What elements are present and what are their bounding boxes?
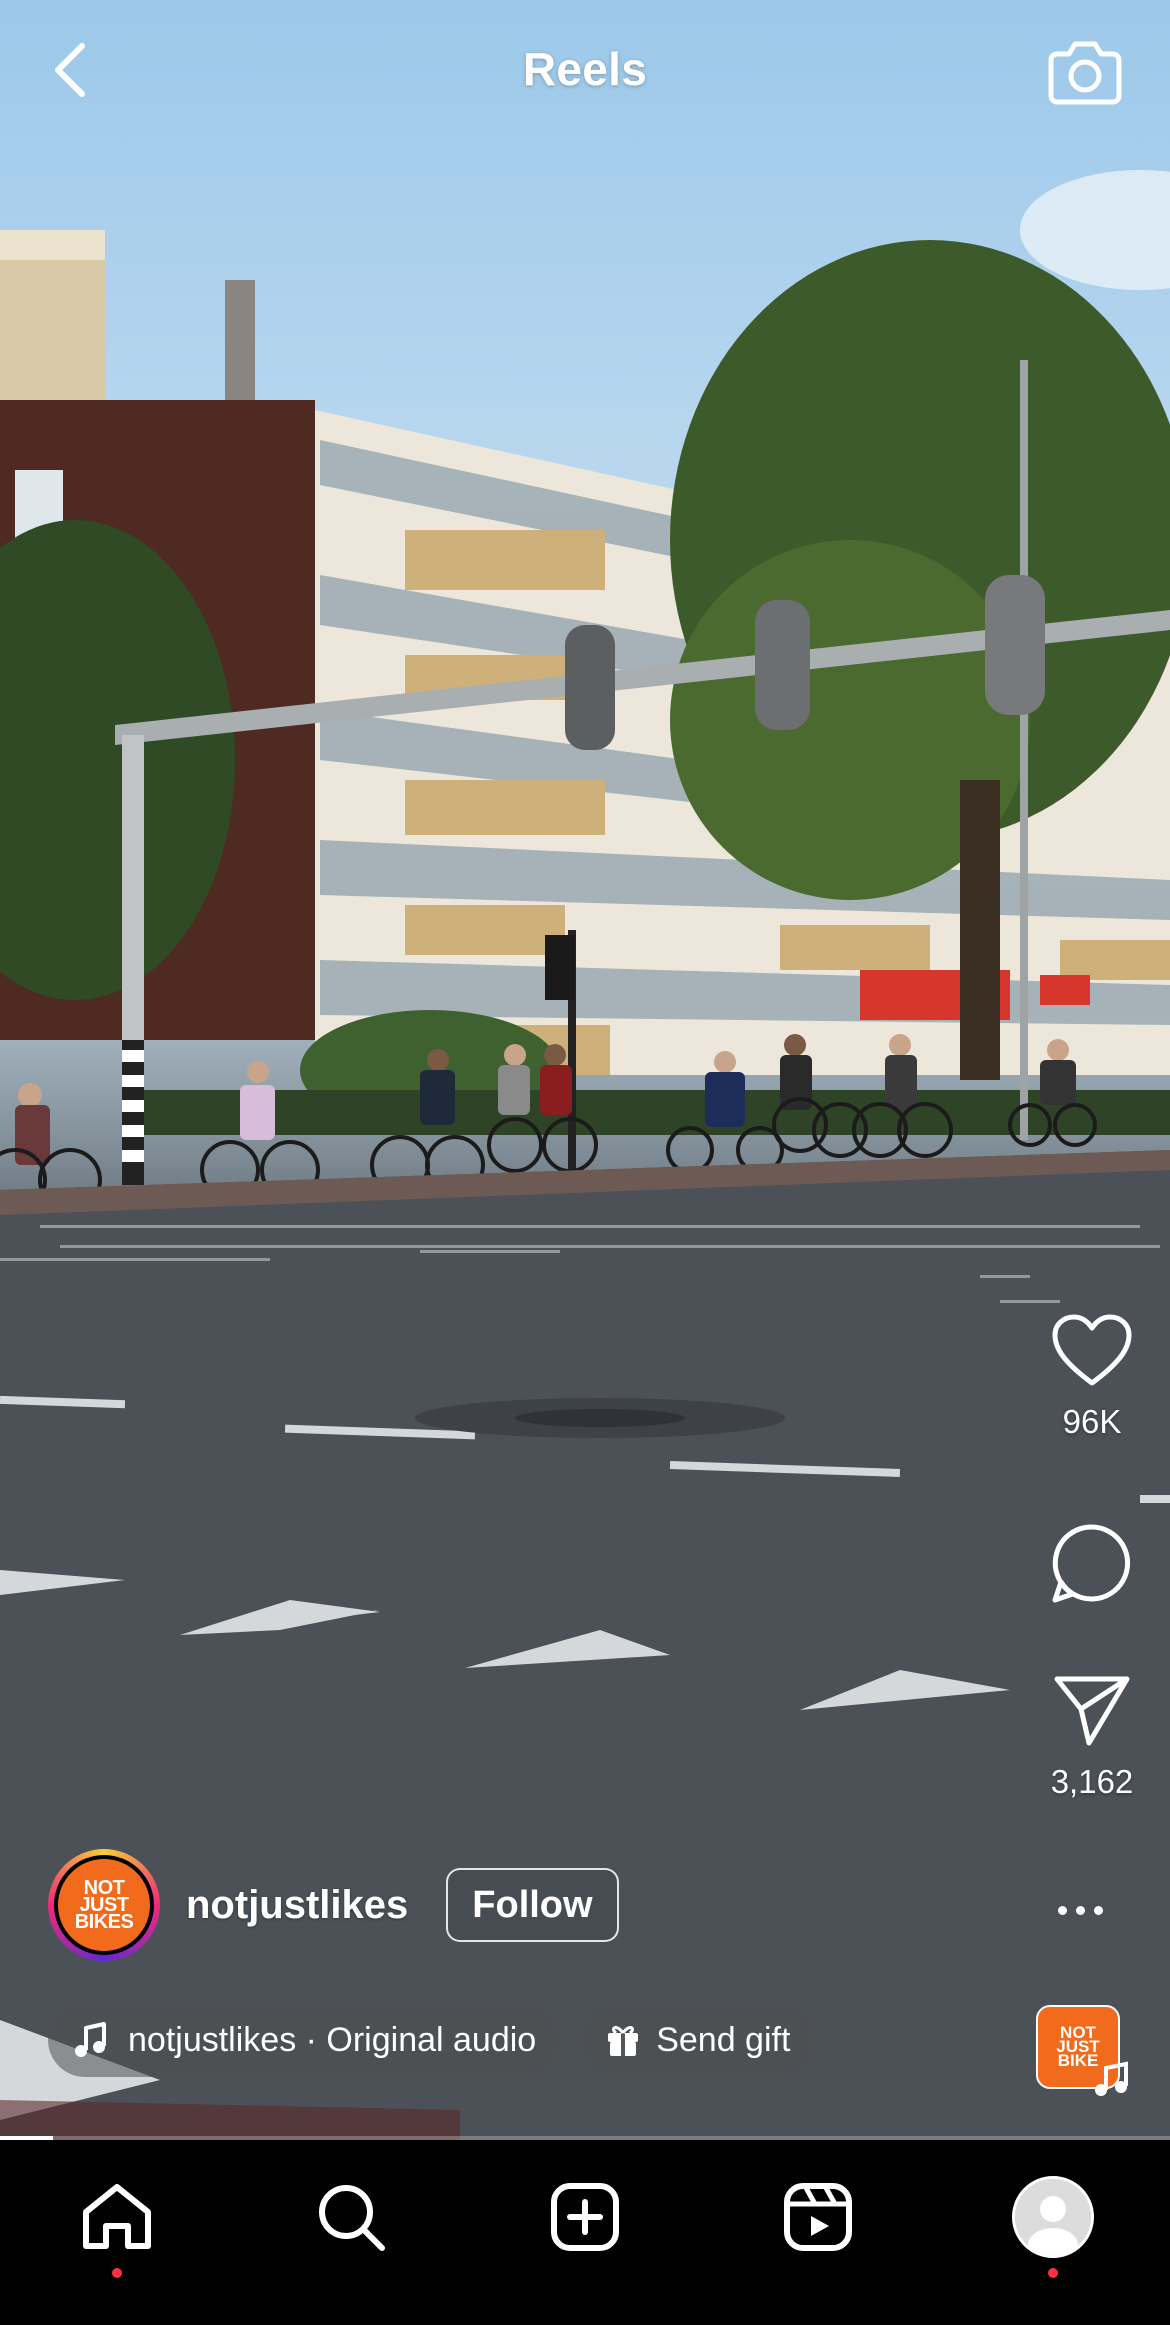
more-dot: [1075, 1905, 1085, 1915]
bottom-nav: [0, 2140, 1170, 2325]
default-avatar-icon: [1015, 2179, 1091, 2255]
chevron-left-icon: [55, 43, 85, 97]
author-row: NOT JUST BIKES notjustlikes Follow: [48, 1849, 619, 1961]
more-button[interactable]: [1040, 1880, 1120, 1940]
like-action: 96K: [1032, 1305, 1152, 1441]
nav-create[interactable]: [540, 2172, 630, 2262]
reels-icon: [784, 2183, 852, 2251]
search-icon: [319, 2185, 385, 2251]
send-gift-label: Send gift: [656, 2020, 791, 2059]
video-frame: [0, 170, 1170, 2140]
like-button[interactable]: [1032, 1305, 1152, 1395]
avatar-logo: NOT JUST BIKES: [58, 1859, 150, 1951]
send-gift-pill[interactable]: Send gift: [580, 2003, 815, 2077]
top-bar: Reels: [0, 0, 1170, 150]
music-note-icon: [74, 2022, 108, 2058]
comment-icon: [1052, 1524, 1131, 1603]
gift-icon: [606, 2023, 640, 2057]
more-horizontal-icon: [1057, 1905, 1067, 1915]
follow-button[interactable]: Follow: [446, 1868, 619, 1942]
back-button[interactable]: [40, 30, 100, 110]
reel-video[interactable]: [0, 0, 1170, 2140]
camera-icon: [1048, 41, 1122, 105]
audio-pill[interactable]: notjustlikes · Original audio: [48, 2003, 561, 2077]
camera-button[interactable]: [1040, 30, 1130, 114]
home-notification-dot: [112, 2268, 122, 2278]
nav-home[interactable]: [72, 2172, 162, 2262]
comment-action: [1032, 1518, 1152, 1608]
author-username[interactable]: notjustlikes: [186, 1883, 408, 1928]
share-action: 3,162: [1032, 1665, 1152, 1801]
author-avatar[interactable]: NOT JUST BIKES: [48, 1849, 160, 1961]
audio-label: notjustlikes · Original audio: [128, 2020, 537, 2059]
reel-meta-pills: notjustlikes · Original audio Send gift: [48, 2003, 815, 2077]
like-count: 96K: [1062, 1403, 1122, 1440]
profile-avatar: [1012, 2176, 1094, 2258]
avatar-border: NOT JUST BIKES: [54, 1855, 154, 1955]
share-button[interactable]: [1032, 1665, 1152, 1755]
share-count: 3,162: [1050, 1763, 1134, 1800]
heart-icon: [1052, 1314, 1132, 1386]
nav-profile[interactable]: [1008, 2172, 1098, 2262]
audio-note-icon: [1095, 2061, 1128, 2096]
more-dot: [1093, 1905, 1103, 1915]
page-title: Reels: [522, 43, 648, 95]
avatar-logo-line: BIKES: [74, 1910, 134, 1933]
create-icon: [551, 2183, 619, 2251]
home-icon: [83, 2184, 151, 2249]
reels-screen: Reels 96K 3,162 NOT JUST BIKES notjustli…: [0, 0, 1170, 2325]
send-icon: [1054, 1676, 1130, 1746]
nav-reels[interactable]: [773, 2172, 863, 2262]
comment-button[interactable]: [1032, 1518, 1152, 1608]
profile-notification-dot: [1048, 2268, 1058, 2278]
nav-search[interactable]: [306, 2172, 396, 2262]
